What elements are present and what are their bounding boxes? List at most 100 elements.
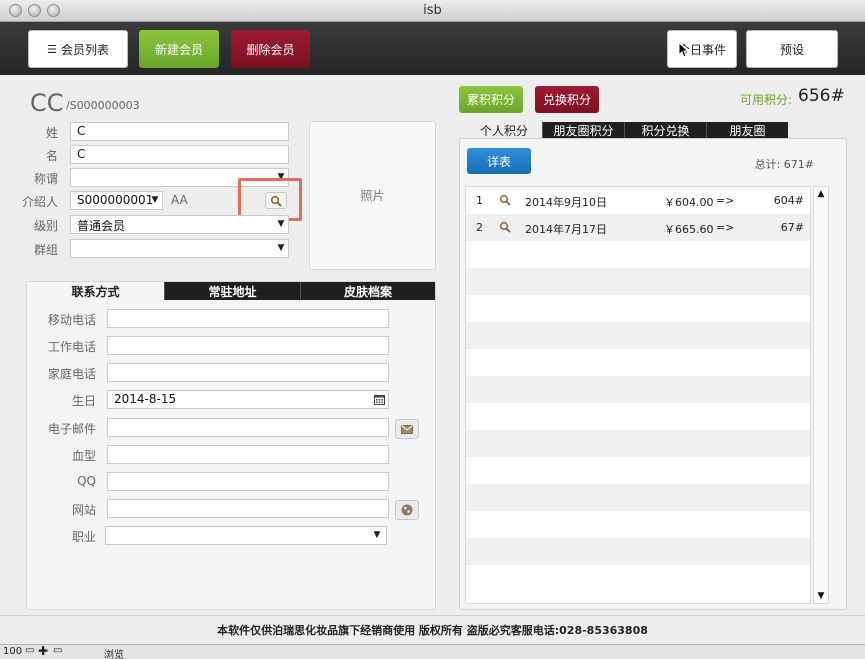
list-icon: ☰ [46, 42, 57, 56]
send-email-button[interactable] [395, 419, 419, 439]
list-item [466, 430, 810, 457]
search-icon[interactable] [499, 221, 511, 233]
record-amount: ￥665.60 [664, 223, 714, 236]
member-detail-area: CC /S000000003 姓 C 名 C 称谓 ▼ 介绍人 S0000000… [0, 75, 865, 615]
tab-points-exchange[interactable]: 积分兑换 [624, 122, 706, 139]
record-points: 604# [773, 194, 804, 207]
envelope-icon [401, 424, 413, 434]
delete-member-label: 删除会员 [246, 42, 295, 57]
tab-skin-profile[interactable]: 皮肤档案 [300, 282, 435, 300]
email-label: 电子邮件 [47, 422, 96, 436]
birthday-field[interactable]: 2014-8-15 [107, 390, 389, 409]
accumulate-points-button[interactable]: 累积积分 [459, 86, 523, 113]
list-item[interactable]: 1 2014年9月10日 ￥604.00 => 604# [466, 187, 810, 214]
scroll-down-icon[interactable]: ▼ [814, 589, 828, 603]
tab-personal-points[interactable]: 个人积分 [466, 122, 542, 139]
website-label: 网站 [71, 503, 96, 517]
list-item [466, 484, 810, 511]
tab-friends-points[interactable]: 朋友圈积分 [542, 122, 624, 139]
copyright-footer: 本软件仅供泊瑞思化妆品旗下经销商使用 版权所有 盗版必究客服电话:028-853… [0, 615, 865, 644]
work-phone-field[interactable] [107, 336, 389, 355]
points-panel: 详表 总计: 671# 1 2014年9月10日 ￥604.00 => 604#… [459, 138, 847, 610]
toolbar: ☰ 会员列表 新建会员 删除会员 今日事件 预设 [0, 22, 865, 75]
website-field[interactable] [107, 499, 389, 518]
group-select[interactable] [70, 239, 289, 258]
occupation-label: 职业 [71, 530, 96, 544]
list-item [466, 403, 810, 430]
list-item [466, 565, 810, 592]
occupation-select[interactable] [105, 526, 387, 545]
vertical-scrollbar[interactable]: ▲ ▼ [813, 186, 829, 604]
toggle-toolbar-icon[interactable]: ▭ [53, 645, 62, 656]
level-select[interactable]: 普通会员 [70, 215, 289, 234]
qq-field[interactable] [107, 472, 389, 491]
list-item [466, 511, 810, 538]
presets-button[interactable]: 预设 [746, 30, 838, 68]
list-item [466, 295, 810, 322]
calendar-icon[interactable] [374, 394, 385, 405]
chevron-down-icon: ▼ [277, 219, 285, 229]
scroll-up-icon[interactable]: ▲ [814, 187, 828, 201]
record-date: 2014年7月17日 [525, 223, 607, 236]
zoom-level[interactable]: 100 [3, 646, 22, 657]
qq-label: QQ [77, 474, 96, 488]
record-number: 2 [476, 221, 483, 234]
photo-label: 照片 [360, 189, 385, 203]
work-phone-label: 工作电话 [47, 340, 96, 354]
mode-label: 浏览 [104, 650, 124, 659]
surname-field[interactable]: C [70, 122, 289, 141]
record-date: 2014年9月10日 [525, 196, 607, 209]
referrer-label: 介绍人 [21, 195, 58, 209]
mouse-cursor-icon [678, 42, 689, 58]
mobile-label: 移动电话 [47, 313, 96, 327]
birthday-label: 生日 [71, 394, 96, 408]
globe-icon [401, 504, 413, 516]
search-icon[interactable] [499, 194, 511, 206]
member-list-label: 会员列表 [60, 42, 109, 57]
points-tabs: 个人积分 朋友圈积分 积分兑换 朋友圈 [466, 122, 788, 139]
open-website-button[interactable] [395, 500, 419, 520]
mobile-field[interactable] [107, 309, 389, 328]
tab-address[interactable]: 常驻地址 [164, 282, 300, 300]
delete-member-button[interactable]: 删除会员 [231, 30, 310, 68]
group-label: 群组 [33, 243, 58, 257]
detail-report-label: 详表 [486, 154, 511, 169]
list-item [466, 457, 810, 484]
record-arrow: => [716, 194, 735, 207]
record-amount: ￥604.00 [664, 196, 714, 209]
blood-type-label: 血型 [71, 449, 96, 463]
title-bar: isb [0, 0, 865, 22]
member-list-button[interactable]: ☰ 会员列表 [28, 30, 128, 68]
home-phone-field[interactable] [107, 363, 389, 382]
new-member-button[interactable]: 新建会员 [139, 30, 219, 68]
detail-report-button[interactable]: 详表 [467, 148, 531, 174]
available-points-value: 656# [798, 86, 845, 106]
member-name: CC [30, 89, 64, 117]
referrer-name: AA [171, 193, 188, 207]
zoom-in-icon[interactable]: ✚ [38, 644, 48, 658]
email-field[interactable] [107, 418, 389, 437]
total-points: 总计: 671# [754, 158, 814, 171]
chevron-down-icon: ▼ [151, 195, 159, 205]
contact-tabs: 联系方式 常驻地址 皮肤档案 [27, 282, 435, 300]
tab-friends-circle[interactable]: 朋友圈 [706, 122, 788, 139]
list-item [466, 376, 810, 403]
given-name-field[interactable]: C [70, 145, 289, 164]
list-item[interactable]: 2 2014年7月17日 ￥665.60 => 67# [466, 214, 810, 241]
redeem-points-button[interactable]: 兑换积分 [535, 86, 599, 113]
photo-box[interactable]: 照片 [309, 121, 436, 270]
redeem-points-label: 兑换积分 [542, 93, 591, 107]
zoom-out-icon[interactable]: ▭ [25, 645, 34, 656]
window-title: isb [423, 3, 442, 18]
available-points-label: 可用积分: [740, 93, 793, 107]
new-member-label: 新建会员 [154, 42, 203, 57]
member-id: /S000000003 [66, 99, 140, 112]
app-window: isb ☰ 会员列表 新建会员 删除会员 今日事件 预设 CC /S000000… [0, 0, 865, 659]
record-arrow: => [716, 221, 735, 234]
level-label: 级别 [33, 219, 58, 233]
blood-type-field[interactable] [107, 445, 389, 464]
tab-contact[interactable]: 联系方式 [27, 282, 164, 300]
list-item [466, 268, 810, 295]
home-phone-label: 家庭电话 [47, 367, 96, 381]
surname-label: 姓 [45, 126, 58, 140]
